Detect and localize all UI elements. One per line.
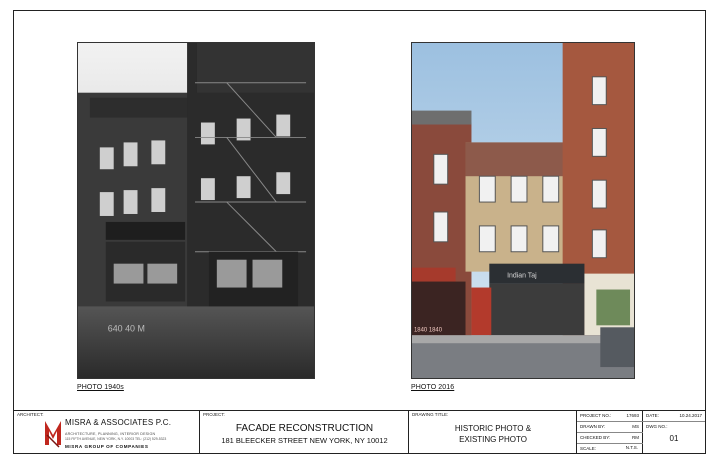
project-address: 181 BLEECKER STREET NEW YORK, NY 10012 xyxy=(221,436,388,445)
project-no-row: PROJECT NO.: 17693 xyxy=(577,411,643,422)
architect-label: ARCHITECT: xyxy=(17,412,44,417)
architect-cell: ARCHITECT: MISRA & ASSOCIATES P.C. ARCHI… xyxy=(14,411,200,454)
drawn-by-label: DRAWN BY: xyxy=(580,424,606,429)
project-title: FACADE RECONSTRUCTION xyxy=(235,423,374,434)
date-value: 10.24.2017 xyxy=(679,413,702,418)
firm-tagline: ARCHITECTURE, PLANNING, INTERIOR DESIGN xyxy=(65,432,156,436)
checked-by-row: CHECKED BY: RM xyxy=(577,433,643,444)
firm-group: MISRA GROUP OF COMPANIES xyxy=(65,444,149,449)
project-cell: PROJECT: FACADE RECONSTRUCTION 181 BLEEC… xyxy=(200,411,409,454)
drawing-title-label: DRAWING TITLE: xyxy=(412,412,449,417)
drawing-title-cell: DRAWING TITLE: HISTORIC PHOTO & EXISTING… xyxy=(409,411,577,454)
project-label: PROJECT: xyxy=(203,412,225,417)
drawing-title-line-1: HISTORIC PHOTO & xyxy=(454,424,532,433)
project-no-label: PROJECT NO.: xyxy=(580,413,612,418)
project-no-value: 17693 xyxy=(626,413,639,418)
project-meta-cell: PROJECT NO.: 17693 DRAWN BY: MS CHECKED … xyxy=(577,411,643,454)
existing-door-numbers: 1840 1840 xyxy=(414,327,443,333)
scale-value: N.T.S. xyxy=(625,445,638,450)
dwg-no-value: 01 xyxy=(669,434,679,443)
historic-photo: 640 40 M xyxy=(77,42,315,379)
historic-photo-caption: PHOTO 1940s xyxy=(77,384,124,391)
firm-logo-icon xyxy=(45,421,61,448)
checked-by-label: CHECKED BY: xyxy=(580,435,611,440)
drawn-by-row: DRAWN BY: MS xyxy=(577,422,643,433)
existing-storefront-sign: Indian Taj xyxy=(507,273,537,280)
scale-label: SCALE: xyxy=(580,446,597,451)
date-cell: DATE: 10.24.2017 DWG NO.: 01 xyxy=(643,411,705,454)
firm-address: 115 FIFTH AVENUE, NEW YORK, N.Y. 10003 T… xyxy=(65,437,167,441)
drawing-title-line-2: EXISTING PHOTO xyxy=(459,435,527,444)
historic-storefront-sign: 640 40 M xyxy=(108,323,145,333)
date-label: DATE: xyxy=(646,413,659,418)
date-row: DATE: 10.24.2017 xyxy=(643,411,705,422)
existing-photo-caption: PHOTO 2016 xyxy=(411,384,455,391)
firm-name: MISRA & ASSOCIATES P.C. xyxy=(65,418,172,427)
dwg-no-row: DWG NO.: xyxy=(643,422,705,433)
drawn-by-value: MS xyxy=(632,424,639,429)
checked-by-value: RM xyxy=(632,435,639,440)
existing-photo: Indian Taj 1840 1840 xyxy=(411,42,635,379)
dwg-no-label: DWG NO.: xyxy=(646,424,668,429)
title-block: ARCHITECT: MISRA & ASSOCIATES P.C. ARCHI… xyxy=(14,410,705,454)
